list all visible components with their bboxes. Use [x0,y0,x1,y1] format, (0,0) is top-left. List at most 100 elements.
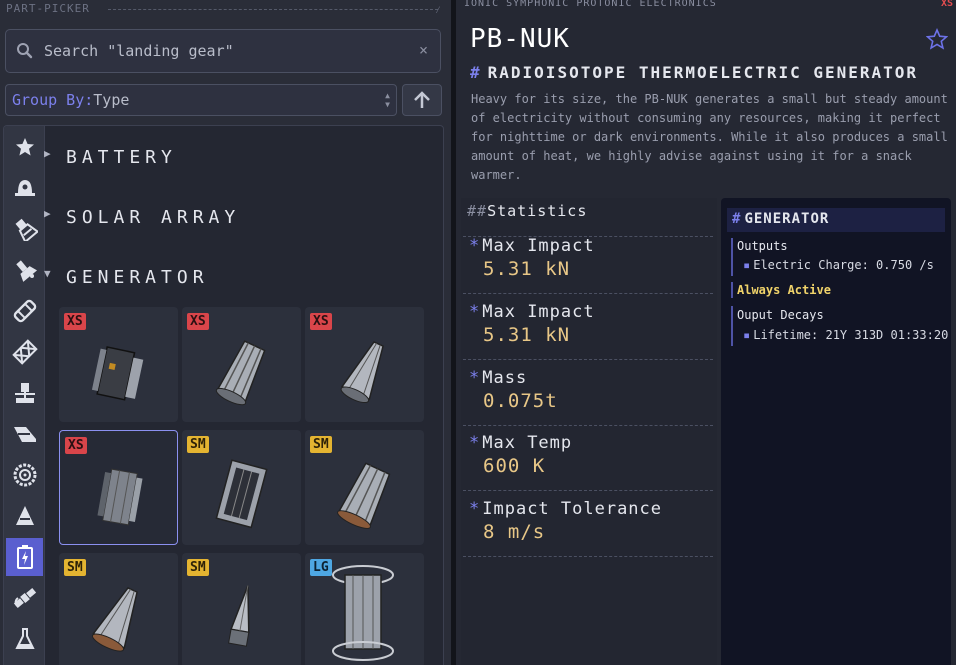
generator-status: Always Active [737,283,831,297]
decay-label: Ouput Decays [737,308,824,322]
search-box[interactable]: × [5,29,441,73]
part-card[interactable]: LG [305,553,424,665]
chevron-right-icon: ▶ [44,147,56,160]
stat-label: Max Impact [482,302,595,322]
part-card-selected[interactable]: XS [59,430,178,545]
rtg-needle-icon [228,585,250,647]
category-aerodynamics[interactable] [6,415,43,453]
part-detail-panel: IONIC SYMPHONIC PROTONIC ELECTRONICS XS … [456,0,956,665]
clear-search-icon[interactable]: × [419,41,428,59]
category-favorites[interactable] [6,128,43,166]
part-card[interactable]: SM [182,553,301,665]
arrow-up-icon [414,91,430,108]
group-header-solar-array[interactable]: ▶ SOLAR ARRAY [44,207,241,228]
asterisk-icon: * [469,499,481,519]
stat-label: Impact Tolerance [482,499,663,519]
search-input[interactable] [44,40,404,62]
rtg-cylinder-icon [332,565,394,661]
generator-module: # GENERATOR Outputs ▪ Electric Charge: 0.7… [721,198,951,665]
hash-icon: # [732,211,742,227]
stat-label: Max Impact [482,236,595,256]
hash-icon: # [470,63,482,82]
category-fuel-tanks[interactable] [6,292,43,330]
resize-corner-icon[interactable]: ⁄ [435,5,441,17]
divider [463,556,713,557]
asterisk-icon: * [469,236,481,256]
divider [463,490,713,491]
category-engines[interactable] [6,210,43,248]
asterisk-icon: * [469,302,481,322]
stat-value: 600 K [483,455,546,477]
size-tag: XS [940,0,953,9]
tree-line [731,282,733,298]
star-icon [15,138,34,156]
rtg-cage-icon [337,462,391,529]
part-list: ▶ BATTERY ▶ SOLAR ARRAY ▼ GENERATOR XS X… [3,125,444,665]
category-payload[interactable] [6,497,43,535]
wheel-icon [13,463,36,487]
size-badge: SM [187,436,209,453]
nose-cone-icon [15,506,34,525]
generator-title: GENERATOR [744,211,830,227]
group-label: BATTERY [66,147,177,168]
rtg-panel-icon [215,459,268,529]
manufacturer-label: IONIC SYMPHONIC PROTONIC ELECTRONICS [464,0,717,9]
group-header-generator[interactable]: ▼ GENERATOR [44,267,209,288]
part-card[interactable]: XS [59,307,178,422]
stat-label: Max Temp [482,433,573,453]
stat-row: * Mass 0.075t [469,368,558,412]
rtg-cage-icon [215,340,266,406]
group-label: SOLAR ARRAY [66,207,241,228]
stat-value: 0.075t [483,390,558,412]
hash-icon: ## [467,202,488,220]
search-icon [17,43,33,59]
satellite-icon [13,587,36,609]
category-science[interactable] [6,620,43,658]
category-structural[interactable] [6,333,43,371]
stat-value: 5.31 kN [483,324,571,346]
divider [463,425,713,426]
rtg-box-icon [91,346,144,401]
sort-direction-button[interactable] [402,84,442,116]
tree-line [731,238,733,276]
tree-line [731,306,733,346]
size-badge: XS [310,313,332,330]
statistics-heading: ##Statistics [467,202,587,220]
group-by-select[interactable]: Group By:Type ▲ ▼ [5,84,397,116]
favorite-star-icon[interactable] [926,28,948,50]
category-ground[interactable] [6,456,43,494]
category-electrical[interactable] [6,538,43,576]
divider [463,293,713,294]
size-badge: XS [64,313,86,330]
category-communication[interactable] [6,579,43,617]
size-badge: SM [187,559,209,576]
size-badge: SM [310,436,332,453]
engine-icon [15,218,38,241]
part-name: PB-NUK [470,24,570,54]
size-badge: XS [65,437,87,454]
part-card[interactable]: SM [305,430,424,545]
select-arrows-icon: ▲ ▼ [385,91,390,109]
stat-row: * Impact Tolerance 8 m/s [469,499,662,543]
category-rail [4,126,45,665]
part-card[interactable]: XS [182,307,301,422]
stat-row: * Max Impact 5.31 kN [469,236,595,280]
group-header-battery[interactable]: ▶ BATTERY [44,147,177,168]
rtg-cone-icon [91,586,138,652]
stat-row: * Max Impact 5.31 kN [469,302,595,346]
output-item: ▪ Electric Charge: 0.750 /s [743,258,934,272]
part-card[interactable]: SM [182,430,301,545]
category-rcs[interactable] [6,251,43,289]
rtg-fins-icon [97,468,143,526]
category-pods[interactable] [6,169,43,207]
part-card[interactable]: XS [305,307,424,422]
asterisk-icon: * [469,368,481,388]
stat-value: 8 m/s [483,521,546,543]
category-coupling[interactable] [6,374,43,412]
part-picker-panel: PART-PICKER ⁄ × Group By:Type ▲▼ [0,0,451,665]
part-card[interactable]: SM [59,553,178,665]
outputs-label: Outputs [737,239,788,253]
size-badge: XS [187,313,209,330]
statistics-section: ##Statistics * Max Impact 5.31 kN * Max Im… [461,198,717,665]
size-badge: SM [64,559,86,576]
